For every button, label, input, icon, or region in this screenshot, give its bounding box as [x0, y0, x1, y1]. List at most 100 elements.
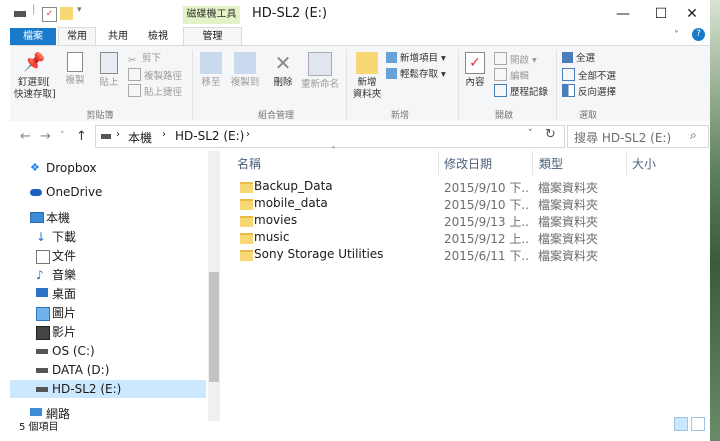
file-row[interactable]: Backup_Data 2015/9/10 下... 檔案資料夾 — [232, 179, 632, 196]
chevron-right-icon[interactable]: › — [162, 129, 166, 140]
easy-access-button[interactable]: 輕鬆存取 ▾ — [386, 68, 446, 82]
forward-icon[interactable]: → — [40, 129, 51, 144]
tab-view[interactable]: 檢視 — [140, 28, 176, 45]
copy-path-label: 複製路徑 — [144, 71, 183, 82]
column-header-type[interactable]: 類型 — [539, 155, 563, 172]
nav-item-label: DATA (D:) — [52, 363, 110, 377]
chevron-right-icon[interactable]: › — [116, 129, 120, 140]
paste-button[interactable]: 貼上 — [94, 50, 124, 89]
divider — [458, 50, 459, 120]
back-icon[interactable]: ← — [20, 129, 31, 144]
file-date: 2015/9/13 上... — [444, 215, 528, 229]
cut-button[interactable]: ✂ 剪下 — [128, 52, 161, 66]
help-icon[interactable]: ? — [692, 28, 705, 41]
dropbox-icon: ❖ — [30, 161, 40, 174]
tab-home[interactable]: 常用 — [58, 27, 96, 45]
file-name: Sony Storage Utilities — [254, 247, 384, 261]
paste-shortcut-button[interactable]: 貼上捷徑 — [128, 84, 182, 98]
new-item-icon — [386, 52, 397, 63]
folder-icon — [240, 216, 253, 227]
chevron-down-icon[interactable]: ˅ — [60, 131, 65, 141]
copy-button[interactable]: 複製 — [60, 50, 90, 87]
drive-icon — [36, 349, 48, 354]
delete-button[interactable]: ✕ 刪除 — [268, 50, 298, 89]
large-icons-view-icon[interactable] — [691, 417, 705, 431]
organize-group-label: 組合管理 — [257, 111, 294, 121]
nav-scrollbar-thumb[interactable] — [209, 272, 219, 382]
copy-to-button[interactable]: 複製到 — [228, 50, 262, 89]
nav-item[interactable]: 桌面 — [10, 285, 206, 303]
network-icon — [30, 408, 42, 416]
tab-file[interactable]: 檔案 — [10, 28, 56, 45]
chevron-right-icon[interactable]: › — [246, 129, 250, 140]
breadcrumb-drive[interactable]: HD-SL2 (E:) — [175, 129, 244, 143]
column-header-date[interactable]: 修改日期 — [444, 155, 492, 172]
easy-access-label: 輕鬆存取 ▾ — [400, 69, 446, 80]
edit-button[interactable]: 編輯 — [494, 68, 529, 82]
properties-button[interactable]: ✓ 內容 — [462, 50, 488, 89]
nav-item[interactable]: ♪ 音樂 — [10, 266, 206, 284]
details-view-icon[interactable] — [674, 417, 688, 431]
paste-icon — [100, 52, 118, 74]
address-row: ← → ˅ ↑ › 本機 › HD-SL2 (E:) › ˅ ↻ 搜尋 HD-S… — [10, 121, 710, 151]
open-button[interactable]: 開啟 ▾ — [494, 52, 537, 66]
file-name: Backup_Data — [254, 179, 333, 193]
column-header-name[interactable]: 名稱 — [237, 155, 261, 172]
file-row[interactable]: movies 2015/9/13 上... 檔案資料夾 — [232, 213, 632, 230]
chevron-down-icon[interactable]: ˅ — [528, 129, 533, 139]
nav-item[interactable]: 文件 — [10, 247, 206, 265]
close-button[interactable]: ✕ — [674, 0, 710, 28]
rename-button[interactable]: 重新命名 — [300, 50, 340, 91]
onedrive-icon — [30, 189, 42, 196]
new-folder-icon[interactable] — [60, 7, 73, 20]
properties-icon[interactable]: ✓ — [42, 7, 57, 22]
tab-share[interactable]: 共用 — [100, 28, 136, 45]
nav-item[interactable]: ↓ 下載 — [10, 228, 206, 246]
pin-quick-access-button[interactable]: 📌 釘選到[ 快速存取] — [14, 50, 56, 101]
nav-item-label: 本機 — [46, 211, 71, 225]
file-date: 2015/9/10 下... — [444, 198, 528, 212]
copy-to-label: 複製到 — [230, 77, 260, 88]
chevron-down-icon[interactable]: ˅ — [674, 30, 679, 41]
file-row[interactable]: music 2015/9/12 上... 檔案資料夾 — [232, 230, 632, 247]
move-to-icon — [200, 52, 222, 74]
nav-item-label: Dropbox — [46, 161, 97, 175]
nav-item[interactable]: HD-SL2 (E:) — [10, 380, 206, 398]
file-date: 2015/9/10 下... — [444, 181, 528, 195]
nav-item[interactable]: ❖ Dropbox — [10, 159, 206, 177]
chevron-down-icon[interactable]: ▾ — [77, 5, 90, 18]
nav-item[interactable]: 本機 — [10, 209, 206, 227]
select-none-button[interactable]: 全部不選 — [562, 68, 616, 82]
up-icon[interactable]: ↑ — [76, 129, 87, 144]
sort-arrow-icon: ˄ — [331, 146, 336, 157]
nav-item[interactable]: OS (C:) — [10, 342, 206, 360]
file-row[interactable]: mobile_data 2015/9/10 下... 檔案資料夾 — [232, 196, 632, 213]
drive-icon — [14, 11, 26, 17]
file-row[interactable]: Sony Storage Utilities 2015/6/11 下... 檔案資料… — [232, 247, 632, 264]
address-bar[interactable]: › 本機 › HD-SL2 (E:) › ˅ ↻ — [95, 125, 565, 148]
invert-selection-button[interactable]: 反向選擇 — [562, 84, 616, 98]
search-icon[interactable]: ⌕ — [690, 128, 697, 143]
nav-item[interactable]: 影片 — [10, 323, 206, 341]
history-button[interactable]: 歷程記錄 — [494, 84, 548, 98]
search-input[interactable]: 搜尋 HD-SL2 (E:) ⌕ — [567, 125, 709, 148]
new-folder-button[interactable]: 新增 資料夾 — [350, 50, 384, 101]
column-header-size[interactable]: 大小 — [632, 155, 656, 172]
breadcrumb-this-pc[interactable]: 本機 — [128, 129, 152, 146]
pin-icon: 📌 — [23, 52, 46, 73]
copy-path-button[interactable]: 複製路徑 — [128, 68, 182, 82]
new-item-button[interactable]: 新增項目 ▾ — [386, 52, 446, 66]
copy-label: 複製 — [65, 75, 85, 86]
nav-item[interactable]: 圖片 — [10, 304, 206, 322]
tab-manage[interactable]: 管理 — [183, 27, 242, 45]
move-to-button[interactable]: 移至 — [196, 50, 226, 89]
refresh-icon[interactable]: ↻ — [545, 127, 556, 142]
open-group-label: 開啟 — [494, 111, 513, 121]
nav-item[interactable]: OneDrive — [10, 183, 206, 201]
drive-icon — [101, 134, 111, 139]
nav-item[interactable]: DATA (D:) — [10, 361, 206, 379]
cut-label: 剪下 — [142, 53, 162, 64]
select-all-button[interactable]: 全選 — [562, 52, 595, 66]
nav-item-label: 圖片 — [52, 306, 77, 320]
delete-label: 刪除 — [273, 77, 293, 88]
